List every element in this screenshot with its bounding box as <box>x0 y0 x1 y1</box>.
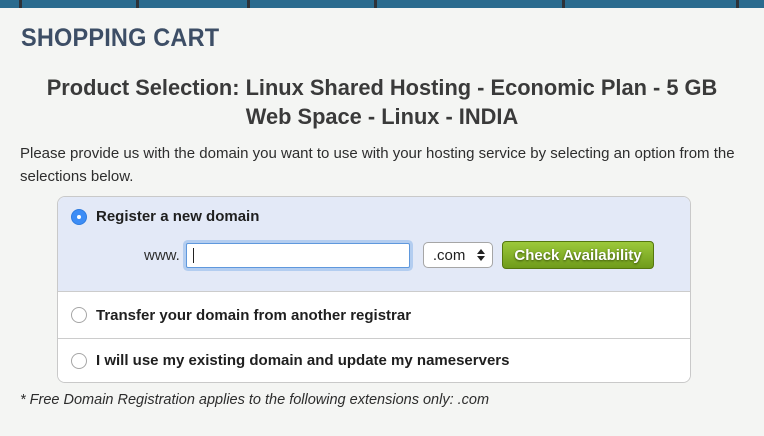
radio-register-new-domain[interactable] <box>71 209 87 225</box>
page-title: SHOPPING CART <box>21 24 219 53</box>
product-selection-heading: Product Selection: Linux Shared Hosting … <box>39 74 726 132</box>
nav-tab-divider <box>247 0 250 8</box>
nav-tab-divider <box>136 0 139 8</box>
chevron-up-icon <box>477 249 485 254</box>
top-nav-strip <box>0 0 764 8</box>
tld-select[interactable]: .com <box>423 242 494 268</box>
nav-tab-divider <box>736 0 739 8</box>
tld-selected-value: .com <box>433 247 466 264</box>
radio-existing-domain[interactable] <box>71 353 87 369</box>
footnote: * Free Domain Registration applies to th… <box>20 392 489 408</box>
radio-transfer-domain[interactable] <box>71 307 87 323</box>
chevron-down-icon <box>477 256 485 261</box>
domain-selection-box: Register a new domain www. .com Check Av… <box>57 196 691 383</box>
select-stepper-icon <box>477 249 485 261</box>
option-transfer-domain[interactable]: Transfer your domain from another regist… <box>58 292 690 339</box>
nav-tab-divider <box>19 0 22 8</box>
domain-input-row: www. .com Check Availability <box>144 241 677 269</box>
option-register-new-domain[interactable]: Register a new domain www. .com Check Av… <box>58 197 690 292</box>
intro-text: Please provide us with the domain you wa… <box>20 143 736 188</box>
check-availability-button[interactable]: Check Availability <box>502 241 653 269</box>
option-label: Register a new domain <box>96 208 259 225</box>
domain-input-wrap <box>186 243 410 268</box>
www-prefix-label: www. <box>144 247 180 264</box>
domain-name-input[interactable] <box>186 243 410 268</box>
text-caret <box>193 248 194 263</box>
nav-tab-divider <box>374 0 377 8</box>
radio-dot <box>77 215 81 219</box>
option-label: I will use my existing domain and update… <box>96 352 509 369</box>
option-label: Transfer your domain from another regist… <box>96 307 411 324</box>
option-existing-domain[interactable]: I will use my existing domain and update… <box>58 339 690 382</box>
nav-tab-divider <box>562 0 565 8</box>
